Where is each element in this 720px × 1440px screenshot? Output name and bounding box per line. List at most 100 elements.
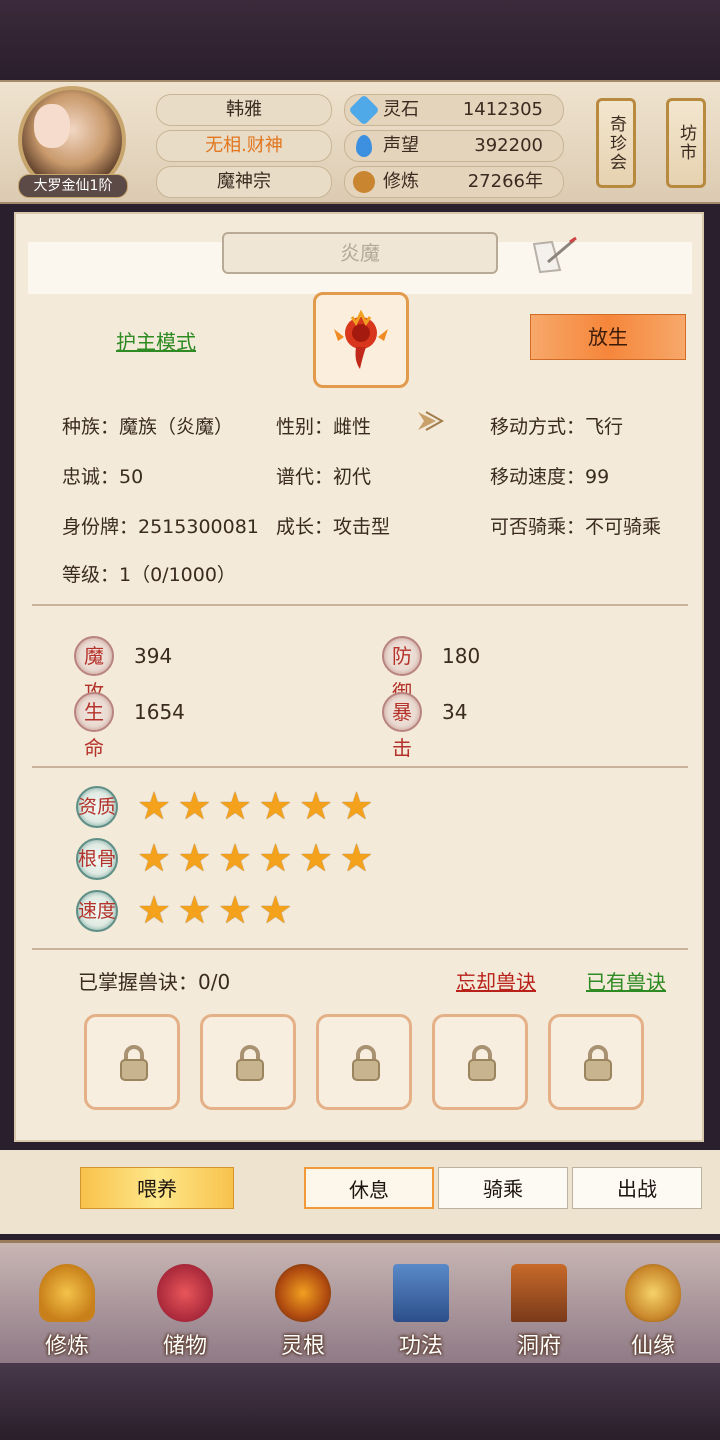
nav-label: 功法 (398, 1334, 443, 1359)
skill-slot[interactable] (548, 1014, 644, 1110)
book-icon (393, 1264, 449, 1322)
resource-label: 声望 (383, 135, 419, 156)
level-info: 等级：1（0/1000） (62, 564, 236, 586)
star-icon: ★ (339, 836, 374, 880)
id-tag-info: 身份牌：2515300081 (62, 516, 259, 538)
resource-label: 修炼 (383, 171, 419, 192)
resource-label: 灵石 (383, 99, 419, 120)
reputation-row: 声望 392200 (344, 130, 564, 162)
spirit-root-icon (275, 1264, 331, 1322)
defense-value: 180 (442, 644, 481, 668)
resource-value: 392200 (474, 135, 543, 156)
avatar-face (34, 104, 70, 148)
player-header: 大罗金仙1阶 韩雅 无相.财神 魔神宗 灵石 1412305 声望 392200… (0, 80, 720, 204)
fight-button[interactable]: 出战 (572, 1167, 702, 1209)
release-button[interactable]: 放生 (530, 314, 686, 360)
critical-value: 34 (442, 700, 468, 724)
lock-icon (351, 1045, 381, 1081)
nav-label: 灵根 (280, 1334, 325, 1359)
loyalty-info: 忠诚：50 (62, 466, 144, 488)
star-icon: ★ (339, 784, 374, 828)
skill-slot[interactable] (84, 1014, 180, 1110)
lock-icon (119, 1045, 149, 1081)
resource-value: 1412305 (462, 99, 543, 120)
skill-slot[interactable] (432, 1014, 528, 1110)
skill-slot[interactable] (200, 1014, 296, 1110)
nav-storage[interactable]: 储物 (130, 1244, 240, 1360)
rideable-info: 可否骑乘：不可骑乘 (490, 516, 662, 538)
star-icon: ★ (177, 784, 212, 828)
critical-icon: 暴击 (382, 692, 422, 760)
nav-label: 修炼 (44, 1334, 89, 1359)
nav-fate[interactable]: 仙缘 (598, 1244, 708, 1360)
growth-info: 成长：攻击型 (276, 516, 391, 538)
gourd-icon (625, 1264, 681, 1322)
nav-cave[interactable]: 洞府 (484, 1244, 594, 1360)
divider (32, 604, 688, 606)
star-icon: ★ (217, 836, 253, 880)
star-icon: ★ (177, 836, 212, 880)
star-icon: ★ (298, 836, 334, 880)
treasure-pavilion-button[interactable]: 奇珍会 (596, 98, 636, 188)
feed-button[interactable]: 喂养 (80, 1167, 234, 1209)
nav-cultivate[interactable]: 修炼 (12, 1244, 122, 1360)
move-type-info: 移动方式：飞行 (490, 416, 624, 438)
cultivation-row: 修炼 27266年 (344, 166, 564, 198)
lock-icon (467, 1045, 497, 1081)
nav-label: 洞府 (516, 1334, 561, 1359)
player-title: 无相.财神 (156, 130, 332, 162)
star-icon: ★ (217, 784, 253, 828)
pet-name-plate: 炎魔 (222, 232, 498, 274)
player-sect: 魔神宗 (156, 166, 332, 198)
divider (32, 766, 688, 768)
divider (32, 948, 688, 950)
edit-name-icon[interactable] (530, 236, 578, 276)
pet-portrait[interactable] (313, 292, 409, 388)
rest-button[interactable]: 休息 (304, 1167, 434, 1209)
lock-icon (235, 1045, 265, 1081)
nav-label: 储物 (162, 1334, 207, 1359)
star-icon: ★ (258, 836, 293, 880)
star-icon: ★ (298, 784, 334, 828)
attack-icon: 魔攻 (74, 636, 114, 704)
bone-icon: 根骨 (76, 838, 118, 880)
palace-icon (511, 1264, 567, 1322)
arrow-right-icon[interactable] (414, 406, 445, 436)
health-value: 1654 (134, 700, 185, 724)
defense-icon: 防御 (382, 636, 422, 704)
crystal-icon (356, 135, 372, 157)
ride-button[interactable]: 骑乘 (438, 1167, 568, 1209)
gender-info: 性别：雌性 (276, 416, 372, 438)
move-speed-info: 移动速度：99 (490, 466, 610, 488)
top-band (0, 0, 720, 80)
star-icon: ★ (136, 836, 172, 880)
meditation-icon (353, 171, 375, 193)
speed-icon: 速度 (76, 890, 118, 932)
rank-badge: 大罗金仙1阶 (18, 174, 128, 198)
forget-skill-link[interactable]: 忘却兽诀 (456, 966, 536, 995)
skill-slot[interactable] (316, 1014, 412, 1110)
market-button[interactable]: 坊市 (666, 98, 706, 188)
cultivate-icon (39, 1264, 95, 1322)
generation-info: 谱代：初代 (276, 466, 372, 488)
spirit-stone-row: 灵石 1412305 (344, 94, 564, 126)
nav-spirit-root[interactable]: 灵根 (248, 1244, 358, 1360)
owned-skills-link[interactable]: 已有兽诀 (586, 966, 666, 995)
guard-mode-link[interactable]: 护主模式 (116, 326, 196, 355)
attack-value: 394 (134, 644, 173, 668)
player-name: 韩雅 (156, 94, 332, 126)
race-info: 种族：魔族（炎魔） (62, 416, 234, 438)
mastered-skills: 已掌握兽诀：0/0 (78, 970, 231, 994)
star-icon: ★ (136, 888, 172, 932)
star-icon: ★ (258, 784, 293, 828)
nav-techniques[interactable]: 功法 (366, 1244, 476, 1360)
star-icon: ★ (136, 784, 172, 828)
star-icon: ★ (258, 888, 293, 932)
star-icon: ★ (217, 888, 253, 932)
spirit-stone-icon (348, 94, 380, 126)
bottom-band (0, 1360, 720, 1440)
star-icon: ★ (177, 888, 212, 932)
pouch-icon (157, 1264, 213, 1322)
nav-label: 仙缘 (630, 1334, 675, 1359)
resource-value: 27266年 (467, 171, 543, 192)
